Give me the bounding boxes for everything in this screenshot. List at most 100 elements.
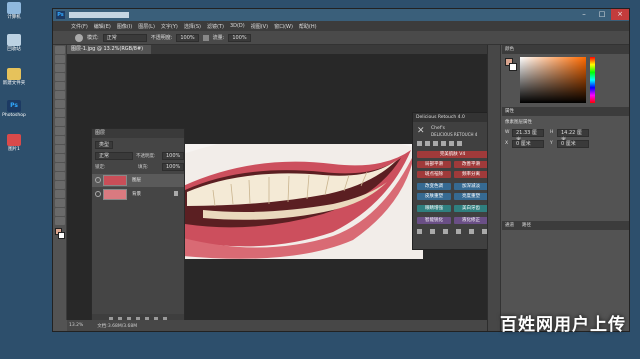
menu-layer[interactable]: 图层(L) <box>138 23 155 30</box>
menu-image[interactable]: 图像(I) <box>117 23 132 30</box>
canvas-area[interactable]: 图层 类型 正常 不透明度: 100% 锁定: 填充: 100% 图层 背景 D… <box>67 54 492 325</box>
background-swatch[interactable] <box>509 63 517 71</box>
refresh-icon[interactable] <box>456 229 461 234</box>
visibility-icon[interactable] <box>430 229 435 234</box>
background-color-swatch[interactable] <box>58 232 65 239</box>
frequency-separation-button[interactable]: 频率分离 <box>454 171 488 178</box>
blur-tool-icon[interactable] <box>55 154 65 162</box>
y-field[interactable]: 0 厘米 <box>557 140 589 148</box>
settings-icon[interactable] <box>469 229 474 234</box>
desktop-icon-image[interactable]: 图片1 <box>2 134 26 152</box>
perfect-skin-button[interactable]: 完美肌肤 V4 <box>417 151 488 158</box>
visibility-eye-icon[interactable] <box>95 177 101 183</box>
mode-label: 模式: <box>87 35 99 41</box>
layer-opacity-field[interactable]: 100% <box>162 152 185 160</box>
gradient-tool-icon[interactable] <box>55 145 65 153</box>
menu-filter[interactable]: 滤镜(T) <box>207 23 224 30</box>
menu-file[interactable]: 文件(F) <box>71 23 88 30</box>
flow-field[interactable]: 100% <box>228 33 251 42</box>
eye-enhance-button[interactable]: 眼睛增强 <box>417 205 451 212</box>
brush-tool-icon[interactable] <box>55 109 65 117</box>
eyedropper-tool-icon[interactable] <box>55 91 65 99</box>
zoom-tool-icon[interactable] <box>55 217 65 225</box>
mode-select[interactable]: 正常 <box>102 33 147 42</box>
menu-view[interactable]: 视图(V) <box>251 23 268 30</box>
maximize-button[interactable]: □ <box>593 9 611 20</box>
title-text <box>69 12 129 18</box>
layer-row-top[interactable]: 图层 <box>92 174 184 187</box>
improve-smooth-button[interactable]: 改善平滑 <box>454 161 488 168</box>
desktop-icon-computer[interactable]: 计算机 <box>2 2 26 20</box>
undo-icon[interactable] <box>417 229 422 234</box>
brush-preset-icon[interactable] <box>75 33 83 42</box>
color-panel-title[interactable]: 颜色 <box>502 45 629 54</box>
menu-type[interactable]: 文字(Y) <box>161 23 178 30</box>
hue-slider[interactable] <box>590 57 595 103</box>
dodge-tool-icon[interactable] <box>55 163 65 171</box>
minimize-button[interactable]: – <box>575 9 593 20</box>
folder-icon <box>7 68 21 80</box>
zoom-level[interactable]: 13.2% <box>69 323 83 328</box>
document-tab[interactable]: 图层-1.jpg @ 13.2%(RGB/8#) <box>67 45 151 54</box>
options-bar: 模式: 正常 不透明度: 100% 流量: 100% <box>53 31 629 45</box>
pen-icon[interactable] <box>433 141 438 146</box>
shape-tool-icon[interactable] <box>55 199 65 207</box>
marquee-tool-icon[interactable] <box>55 55 65 63</box>
tab-channels[interactable]: 通道 <box>505 221 514 230</box>
desktop-icon-recycle-bin[interactable]: 回收站 <box>2 34 26 52</box>
merge-icon[interactable] <box>443 229 448 234</box>
close-button[interactable]: × <box>611 9 629 20</box>
liquify-fix-button[interactable]: 液化修正 <box>454 217 488 224</box>
crop-tool-icon[interactable] <box>55 82 65 90</box>
local-smooth-button[interactable]: 局部平滑 <box>417 161 451 168</box>
fill-field[interactable]: 100% <box>162 163 185 171</box>
menu-window[interactable]: 窗口(W) <box>274 23 293 30</box>
type-tool-icon[interactable] <box>55 181 65 189</box>
pen-tool-icon[interactable] <box>55 172 65 180</box>
select-icon[interactable] <box>457 141 462 146</box>
stamp-icon[interactable] <box>449 141 454 146</box>
tab-paths[interactable]: 路径 <box>522 221 531 230</box>
desktop-icon-photoshop[interactable]: Ps Photoshop <box>2 100 26 118</box>
layer-name: 背景 <box>132 192 141 197</box>
history-brush-tool-icon[interactable] <box>55 127 65 135</box>
opacity-field[interactable]: 100% <box>176 33 199 42</box>
clone-stamp-tool-icon[interactable] <box>55 118 65 126</box>
wand-icon[interactable] <box>441 141 446 146</box>
color-picker-field[interactable] <box>520 57 586 103</box>
visibility-eye-icon[interactable] <box>95 191 101 197</box>
spot-removal-button[interactable]: 斑点祛除 <box>417 171 451 178</box>
dropper-icon[interactable] <box>425 141 430 146</box>
x-field[interactable]: 0 厘米 <box>512 140 544 148</box>
menu-3d[interactable]: 3D(D) <box>230 23 245 29</box>
layer-kind-filter[interactable]: 类型 <box>95 141 114 149</box>
document-image[interactable] <box>183 144 423 259</box>
menu-help[interactable]: 帮助(H) <box>299 23 317 30</box>
layer-row-background[interactable]: 背景 <box>92 188 184 201</box>
healing-brush-tool-icon[interactable] <box>55 100 65 108</box>
lasso-tool-icon[interactable] <box>55 64 65 72</box>
eraser-tool-icon[interactable] <box>55 136 65 144</box>
change-tone-button[interactable]: 改变色调 <box>417 183 451 190</box>
hand-tool-icon[interactable] <box>55 208 65 216</box>
width-field[interactable]: 21.33 厘米 <box>512 129 544 143</box>
smart-sharpen-button[interactable]: 智能锐化 <box>417 217 451 224</box>
height-field[interactable]: 14.22 厘米 <box>557 129 589 143</box>
desktop-icon-label: 回收站 <box>7 47 21 52</box>
brush-icon[interactable] <box>417 141 422 146</box>
menu-select[interactable]: 选择(S) <box>184 23 201 30</box>
opacity-label: 不透明度: <box>150 35 173 41</box>
path-selection-tool-icon[interactable] <box>55 190 65 198</box>
properties-panel-title[interactable]: 属性 <box>502 107 629 116</box>
brightness-reshape-button[interactable]: 亮度重塑 <box>454 193 488 200</box>
move-tool-icon[interactable] <box>55 46 65 54</box>
skin-reshape-button[interactable]: 皮肤重塑 <box>417 193 451 200</box>
dodge-burn-button[interactable]: 加深减淡 <box>454 183 488 190</box>
blend-mode-select[interactable]: 正常 <box>95 152 133 160</box>
layers-panel: 图层 类型 正常 不透明度: 100% 锁定: 填充: 100% 图层 背景 <box>91 128 185 325</box>
desktop-icon-folder[interactable]: 新建文件夹 <box>2 68 26 86</box>
menu-edit[interactable]: 编辑(E) <box>94 23 111 30</box>
magic-wand-tool-icon[interactable] <box>55 73 65 81</box>
whiten-teeth-button[interactable]: 美白牙齿 <box>454 205 488 212</box>
pressure-opacity-icon[interactable] <box>202 34 209 41</box>
